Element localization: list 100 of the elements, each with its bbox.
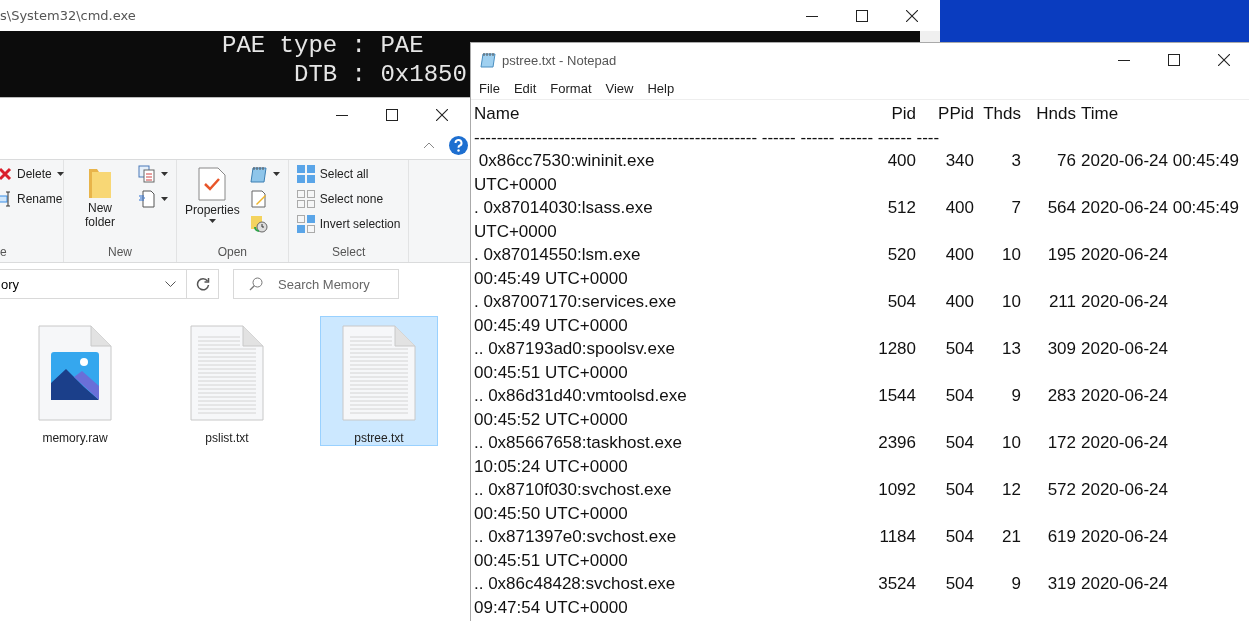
group-label: Select	[330, 245, 367, 261]
caret-icon	[208, 219, 216, 223]
text-line: 2020-06-24	[1080, 526, 1169, 548]
text-line: 00:45:49 UTC+0000	[474, 315, 628, 335]
ribbon-button[interactable]: Rename	[0, 188, 66, 210]
ribbon-button[interactable]: Select all	[294, 163, 403, 185]
rename-icon	[0, 191, 12, 207]
explorer-item[interactable]: pstree.txt	[320, 316, 438, 446]
caret-icon	[272, 172, 280, 176]
text-line: 00:45:51 UTC+0000	[474, 362, 628, 382]
ribbon-button[interactable]: Invert selection	[294, 213, 403, 235]
text-file-icon	[190, 325, 264, 421]
text-line: 2020-06-24	[1080, 573, 1169, 595]
text-line: 10:05:24 UTC+0000	[474, 456, 628, 476]
text-line: .. 0x86d31d40:vmtoolsd.exe	[474, 385, 687, 407]
text-line: 2020-06-24	[1080, 432, 1169, 454]
refresh-icon[interactable]	[195, 277, 210, 291]
text-file-icon	[342, 325, 416, 421]
text-line: . 0x87014550:lsm.exe	[474, 244, 641, 266]
text-line: 2020-06-24	[1080, 244, 1169, 266]
text-line: 2020-06-24 00:45:49	[1080, 150, 1240, 172]
text-line: Thds	[982, 103, 1021, 125]
menu-item[interactable]: Edit	[507, 80, 543, 96]
text-line: 2020-06-24 00:45:49	[1080, 197, 1240, 219]
text-line: 504	[944, 385, 974, 407]
console-line: PAE type : PAE	[222, 31, 424, 60]
text-line: .. 0x86c48428:svchost.exe	[474, 573, 676, 595]
collapse-ribbon-icon[interactable]	[423, 141, 435, 149]
menu-item[interactable]: Format	[544, 80, 598, 96]
text-line: 340	[944, 150, 974, 172]
text-line: 10	[1001, 244, 1021, 266]
text-line: Time	[1080, 103, 1120, 125]
text-line: 0x86cc7530:wininit.exe	[477, 150, 655, 172]
maximize-icon[interactable]	[856, 9, 868, 22]
caret-icon	[161, 197, 168, 201]
caret-icon	[161, 172, 168, 176]
ribbon-button[interactable]: New folder	[70, 163, 130, 245]
window-title: s\System32\cmd.exe	[0, 8, 137, 23]
image-file-icon	[38, 325, 112, 421]
text-line: .. 0x871397e0:svchost.exe	[474, 526, 677, 548]
close-icon[interactable]	[1218, 54, 1230, 66]
text-line: UTC+0000	[474, 174, 557, 194]
text-line: 00:45:49 UTC+0000	[474, 268, 628, 288]
ribbon-button[interactable]	[136, 188, 170, 210]
text-line: 21	[1001, 526, 1021, 548]
text-line: 9	[1010, 385, 1021, 407]
group-label: e	[0, 245, 8, 261]
text-line: 619	[1046, 526, 1076, 548]
help-icon[interactable]	[449, 135, 468, 155]
text-line: 400	[944, 197, 974, 219]
ribbon-button[interactable]: Delete	[0, 163, 66, 185]
text-line: .. 0x85667658:taskhost.exe	[474, 432, 682, 454]
text-line: UTC+0000	[474, 221, 557, 241]
close-icon[interactable]	[436, 108, 448, 121]
close-icon[interactable]	[906, 9, 918, 22]
text-line: 564	[1046, 197, 1076, 219]
address-bar[interactable]: ory	[0, 269, 219, 299]
explorer-item[interactable]: pslist.txt	[168, 316, 286, 446]
text-line: 283	[1046, 385, 1076, 407]
text-line: 572	[1046, 479, 1076, 501]
copy-icon	[138, 165, 156, 183]
new-item-icon	[138, 190, 156, 208]
text-line: .. 0x8710f030:svchost.exe	[474, 479, 672, 501]
maximize-icon[interactable]	[1168, 54, 1180, 66]
search-icon	[249, 277, 263, 291]
text-line: 512	[886, 197, 916, 219]
scrollbar[interactable]	[920, 31, 940, 42]
delete-icon	[0, 167, 12, 181]
menu-item[interactable]: File	[473, 80, 506, 96]
properties-icon	[198, 167, 227, 201]
menu-item[interactable]: Help	[641, 80, 681, 96]
text-line: 1280	[877, 338, 916, 360]
search-field[interactable]: Search Memory	[233, 269, 399, 299]
text-line: 7	[1010, 197, 1021, 219]
text-line: 211	[1047, 291, 1076, 313]
ribbon-button[interactable]: Select none	[294, 188, 403, 210]
ribbon-button[interactable]: Properties	[183, 163, 242, 245]
explorer-item[interactable]: memory.raw	[16, 316, 134, 446]
caret-icon	[56, 172, 64, 176]
text-line: 1092	[877, 479, 916, 501]
ribbon-button[interactable]	[136, 163, 170, 185]
menu-item[interactable]: View	[599, 80, 640, 96]
text-line: 12	[1001, 479, 1021, 501]
text-line: 504	[944, 338, 974, 360]
select-all-icon	[296, 165, 315, 183]
invert-selection-icon	[296, 215, 315, 233]
text-line: . 0x87007170:services.exe	[474, 291, 677, 313]
text-line: 3524	[877, 573, 916, 595]
text-line: 195	[1046, 244, 1076, 266]
text-line: 319	[1046, 573, 1076, 595]
text-line: 09:47:54 UTC+0000	[474, 597, 628, 617]
text-line: 504	[944, 573, 974, 595]
chevron-down-icon[interactable]	[165, 281, 176, 287]
maximize-icon[interactable]	[386, 108, 398, 121]
text-line: 00:45:51 UTC+0000	[474, 550, 628, 570]
text-line: 00:45:50 UTC+0000	[474, 503, 628, 523]
group-label: Open	[216, 245, 249, 261]
text-line: 10	[1001, 432, 1021, 454]
history-icon	[249, 215, 268, 233]
notepad-icon	[249, 165, 268, 183]
